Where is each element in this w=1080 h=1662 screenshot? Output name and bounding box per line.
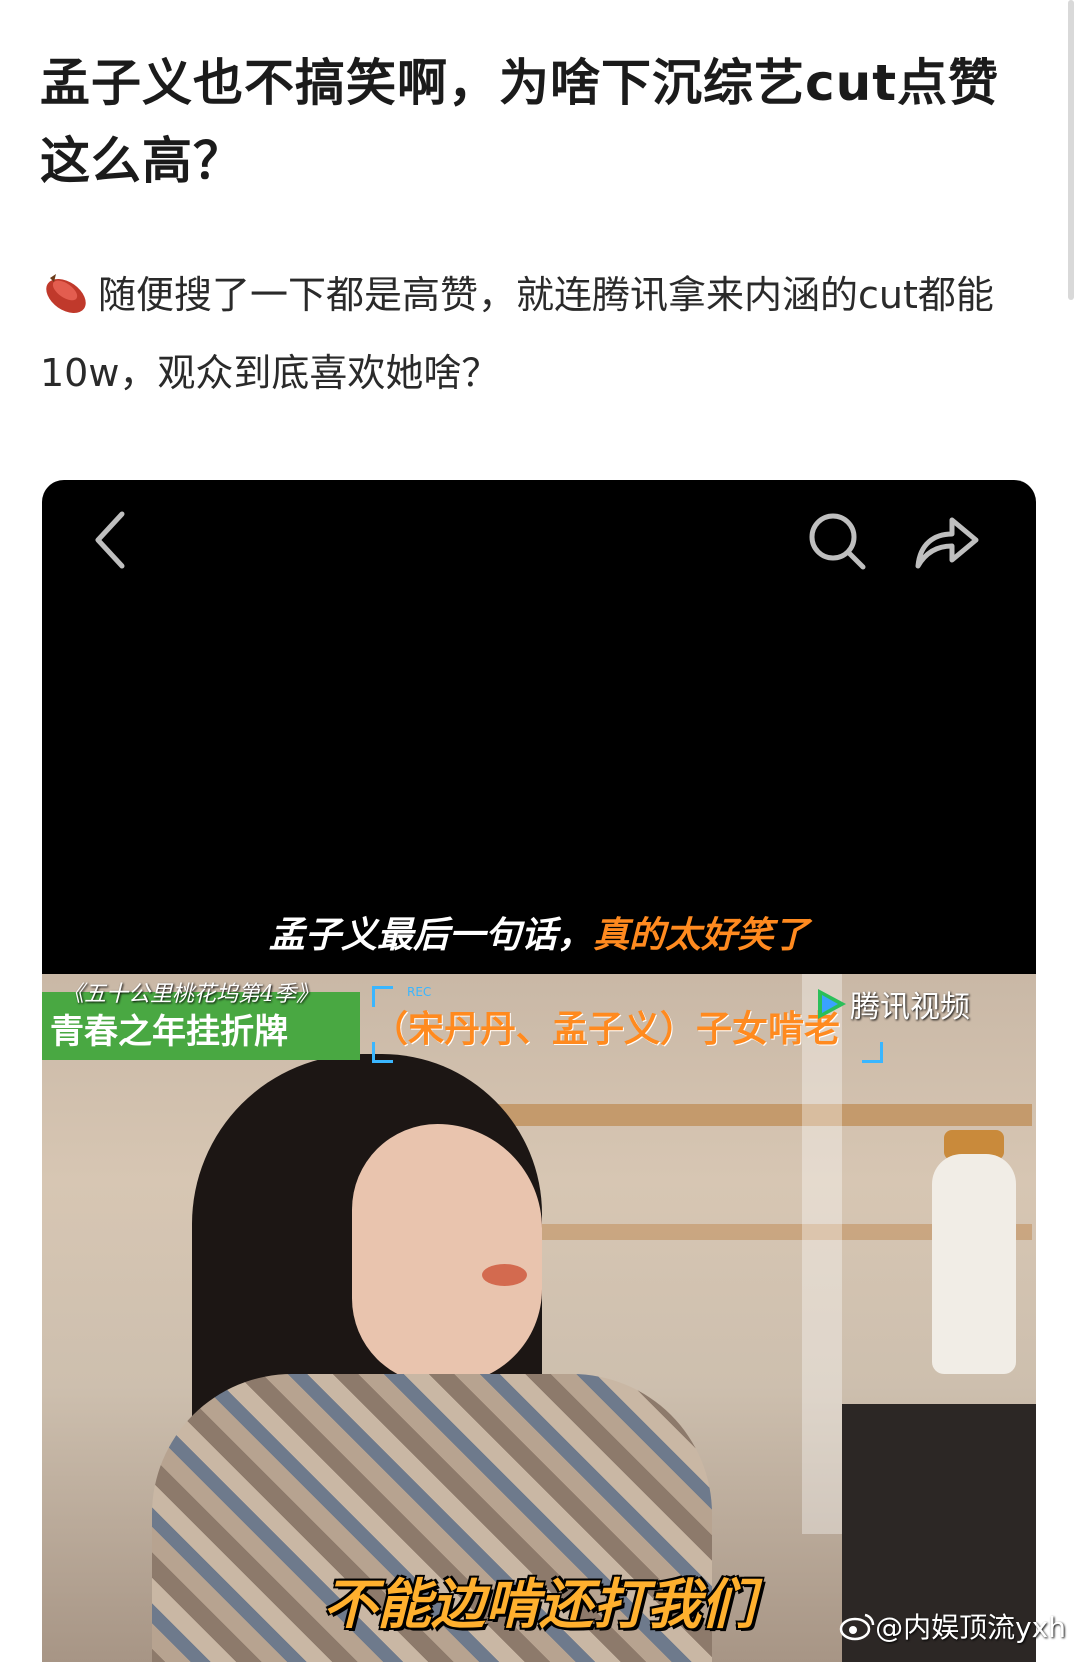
post-body: 随便搜了一下都是高赞，就连腾讯拿来内涵的cut都能10w，观众到底喜欢她啥？: [40, 256, 1040, 412]
guest-tag: （宋丹丹、孟子义）子女啃老: [372, 1008, 841, 1050]
watermark: @内娱顶流yxh: [839, 1606, 1066, 1646]
show-name: 《五十公里桃花坞第4季》: [62, 982, 318, 1007]
rec-label: REC: [407, 985, 432, 999]
light-pole: [802, 974, 842, 1534]
back-icon[interactable]: [90, 510, 130, 570]
caption-top-highlight: 真的太好笑了: [593, 914, 810, 956]
post-body-text: 随便搜了一下都是高赞，就连腾讯拿来内涵的cut都能10w，观众到底喜欢她啥？: [40, 273, 994, 395]
play-logo-icon: [818, 989, 846, 1019]
post-title: 孟子义也不搞笑啊，为啥下沉综艺cut点赞这么高？: [40, 54, 1000, 190]
platform-name: 腾讯视频: [850, 990, 970, 1025]
person-lips: [482, 1264, 527, 1286]
video-card[interactable]: 孟子义最后一句话，真的太好笑了 青春之年挂折牌 《五十公里桃花坞第4季》 REC…: [42, 480, 1036, 1662]
rec-bracket: [862, 1042, 883, 1063]
platform-logo: 腾讯视频: [812, 982, 970, 1026]
watermark-text: @内娱顶流yxh: [875, 1611, 1066, 1644]
search-icon[interactable]: [806, 510, 868, 572]
caption-top-main: 孟子义最后一句话，: [268, 914, 593, 956]
share-icon[interactable]: [912, 510, 982, 572]
video-frame[interactable]: [42, 974, 1036, 1662]
bottle: [932, 1154, 1016, 1374]
sweet-potato-icon: [46, 274, 86, 314]
video-caption-top: 孟子义最后一句话，真的太好笑了: [42, 906, 1036, 958]
person-face: [352, 1124, 542, 1384]
weibo-icon: [839, 1613, 875, 1641]
scrollbar[interactable]: [1068, 0, 1074, 300]
wooden-shelf: [472, 1104, 1032, 1126]
